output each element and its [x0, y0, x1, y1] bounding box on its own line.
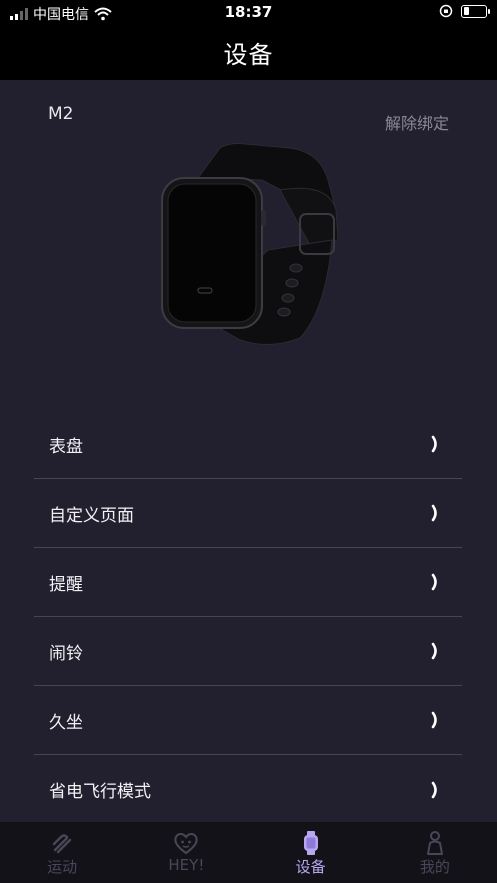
- hey-heart-icon: [174, 833, 199, 855]
- status-right: [439, 4, 490, 18]
- smartwatch-image: [161, 143, 339, 345]
- chevron-right-icon: [431, 711, 437, 729]
- page-title: 设备: [223, 40, 274, 69]
- status-bar: 中国电信 18:37: [0, 0, 497, 24]
- settings-menu: 表盘 自定义页面 提醒 闹铃 久坐 省电飞行模式: [34, 410, 462, 824]
- chevron-right-icon: [431, 504, 437, 522]
- tab-device[interactable]: 设备: [249, 822, 373, 883]
- menu-item-sedentary[interactable]: 久坐: [34, 686, 462, 755]
- menu-item-alarm[interactable]: 闹铃: [34, 617, 462, 686]
- tab-profile[interactable]: 我的: [373, 822, 497, 883]
- chevron-right-icon: [431, 642, 437, 660]
- tab-label: 设备: [295, 858, 326, 876]
- tab-label: 运动: [47, 858, 78, 876]
- tab-hey[interactable]: HEY!: [124, 822, 248, 883]
- menu-item-label: 表盘: [49, 436, 83, 457]
- chevron-right-icon: [431, 781, 437, 798]
- unbind-button[interactable]: 解除绑定: [385, 110, 449, 134]
- chevron-right-icon: [431, 435, 437, 453]
- tab-label: HEY!: [168, 856, 205, 874]
- menu-item-label: 提醒: [49, 574, 83, 595]
- watch-icon: [303, 831, 318, 855]
- tab-bar: 运动 HEY! 设备 我的: [0, 822, 497, 883]
- tab-sport[interactable]: 运动: [0, 822, 124, 883]
- menu-item-reminders[interactable]: 提醒: [34, 548, 462, 617]
- menu-item-custom-pages[interactable]: 自定义页面: [34, 479, 462, 548]
- status-time: 18:37: [224, 3, 273, 21]
- menu-item-label: 自定义页面: [49, 505, 134, 526]
- battery-fill: [463, 7, 469, 15]
- orientation-lock-icon: [439, 4, 453, 18]
- device-model-label: M2: [48, 104, 74, 124]
- tab-label: 我的: [419, 858, 450, 876]
- chevron-right-icon: [431, 573, 437, 591]
- profile-icon: [426, 831, 443, 855]
- menu-item-label: 省电飞行模式: [49, 782, 151, 802]
- menu-item-label: 闹铃: [49, 643, 83, 664]
- battery-icon: [461, 4, 490, 18]
- nav-header: 设备: [0, 24, 497, 80]
- menu-item-label: 久坐: [49, 712, 83, 733]
- menu-item-watch-face[interactable]: 表盘: [34, 410, 462, 479]
- menu-item-power-saving-flight-mode[interactable]: 省电飞行模式: [34, 755, 462, 824]
- sport-icon: [52, 834, 72, 854]
